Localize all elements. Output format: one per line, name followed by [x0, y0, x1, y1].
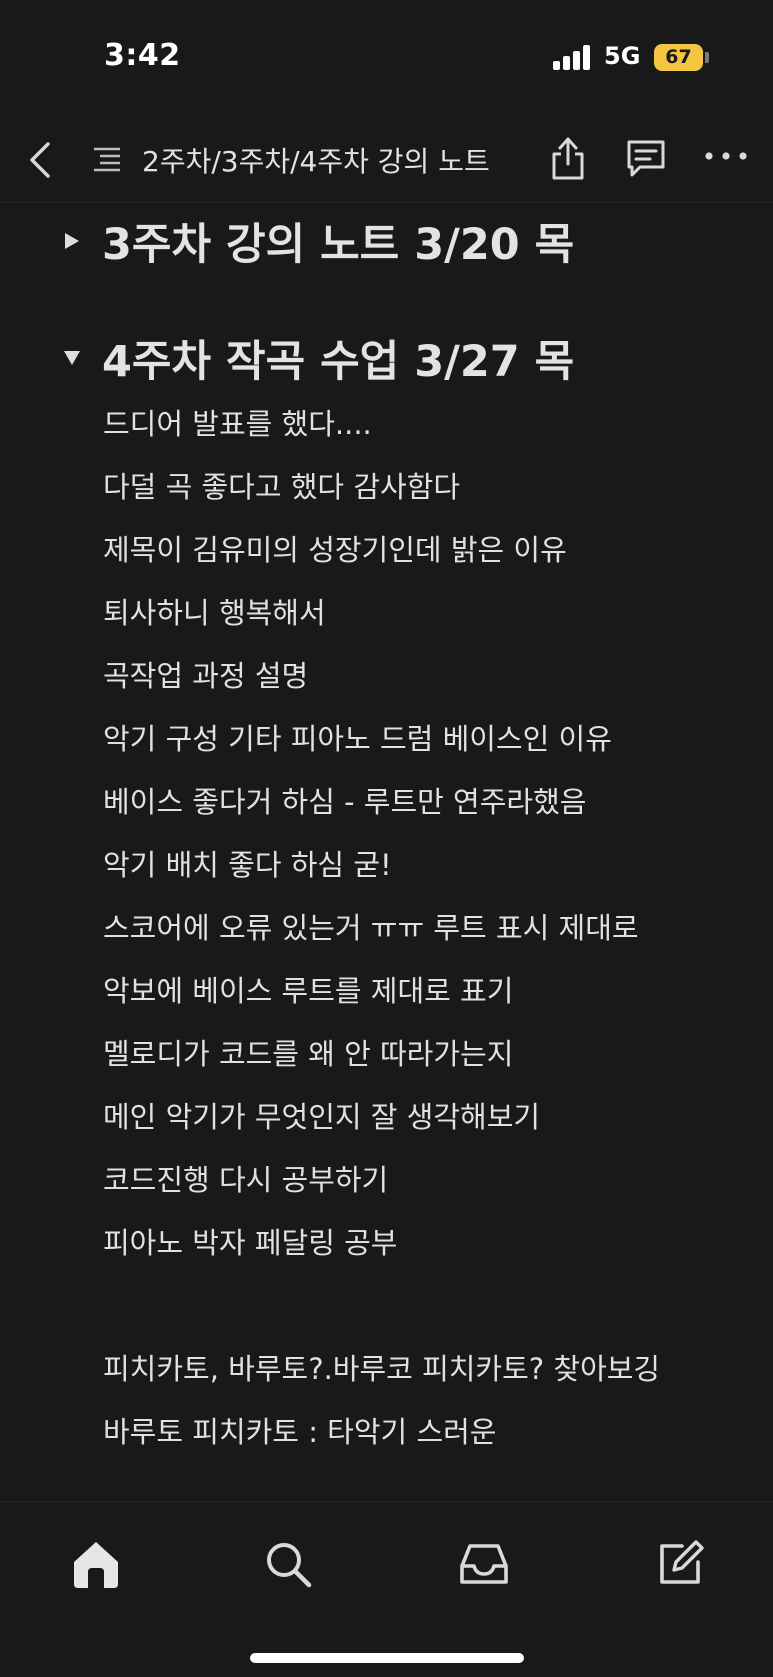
chevron-left-icon[interactable] — [26, 140, 54, 180]
status-bar: 3:42 5G 67 — [0, 0, 773, 110]
list-icon[interactable] — [92, 146, 122, 174]
bottom-tab-bar — [0, 1501, 773, 1677]
more-icon[interactable] — [704, 148, 748, 164]
top-navigation-bar: 2주차/3주차/4주차 강의 노트 — [0, 118, 773, 203]
text-line[interactable]: 바루토 피치카토 : 타악기 스러운 — [103, 1401, 660, 1464]
home-icon[interactable] — [68, 1536, 124, 1592]
text-line[interactable]: 곡작업 과정 설명 — [103, 645, 660, 708]
text-line[interactable]: 멜로디가 코드를 왜 안 따라가는지 — [103, 1023, 660, 1086]
home-indicator — [250, 1653, 524, 1663]
text-line[interactable]: 악보에 베이스 루트를 제대로 표기 — [103, 960, 660, 1023]
text-line[interactable]: 베이스 좋다거 하심 - 루트만 연주라했음 — [103, 771, 660, 834]
text-line[interactable]: 스코어에 오류 있는거 ㅠㅠ 루트 표시 제대로 — [103, 897, 660, 960]
compose-icon[interactable] — [652, 1536, 708, 1592]
text-line[interactable]: 코드진행 다시 공부하기 — [103, 1149, 660, 1212]
text-line[interactable]: 피치카토, 바루토?.바루코 피치카토? 찾아보깅 — [103, 1338, 660, 1401]
comment-icon[interactable] — [624, 138, 668, 180]
empty-line[interactable] — [103, 1275, 660, 1338]
inbox-icon[interactable] — [456, 1536, 512, 1592]
toggle-heading-text: 3주차 강의 노트 3/20 목 — [102, 220, 575, 270]
share-icon[interactable] — [548, 134, 588, 182]
triangle-down-icon[interactable] — [60, 346, 84, 370]
text-line[interactable]: 메인 악기가 무엇인지 잘 생각해보기 — [103, 1086, 660, 1149]
network-type: 5G — [604, 42, 641, 70]
page-title[interactable]: 2주차/3주차/4주차 강의 노트 — [142, 140, 490, 180]
text-line[interactable]: 악기 구성 기타 피아노 드럼 베이스인 이유 — [103, 708, 660, 771]
text-line[interactable]: 다덜 곡 좋다고 했다 감사함다 — [103, 456, 660, 519]
text-line[interactable]: 피아노 박자 페달링 공부 — [103, 1212, 660, 1275]
toggle-heading-text: 4주차 작곡 수업 3/27 목 — [102, 337, 575, 387]
battery-level: 67 — [665, 46, 692, 68]
toggle-body: 드디어 발표를 했다.... 다덜 곡 좋다고 했다 감사함다 제목이 김유미의… — [103, 393, 660, 1464]
battery-icon: 67 — [654, 44, 703, 71]
text-line[interactable]: 제목이 김유미의 성장기인데 밝은 이유 — [103, 519, 660, 582]
cellular-signal-icon — [553, 44, 593, 70]
toggle-block-week3[interactable]: 3주차 강의 노트 3/20 목 — [60, 210, 574, 272]
toggle-block-week4[interactable]: 4주차 작곡 수업 3/27 목 — [60, 327, 574, 389]
text-line[interactable]: 드디어 발표를 했다.... — [103, 393, 660, 456]
battery-cap — [705, 52, 709, 63]
text-line[interactable]: 퇴사하니 행복해서 — [103, 582, 660, 645]
triangle-right-icon[interactable] — [60, 229, 84, 253]
status-time: 3:42 — [104, 38, 181, 73]
text-line[interactable]: 악기 배치 좋다 하심 굳! — [103, 834, 660, 897]
search-icon[interactable] — [260, 1536, 316, 1592]
note-content: 3주차 강의 노트 3/20 목 4주차 작곡 수업 3/27 목 드디어 발표… — [0, 203, 773, 1501]
